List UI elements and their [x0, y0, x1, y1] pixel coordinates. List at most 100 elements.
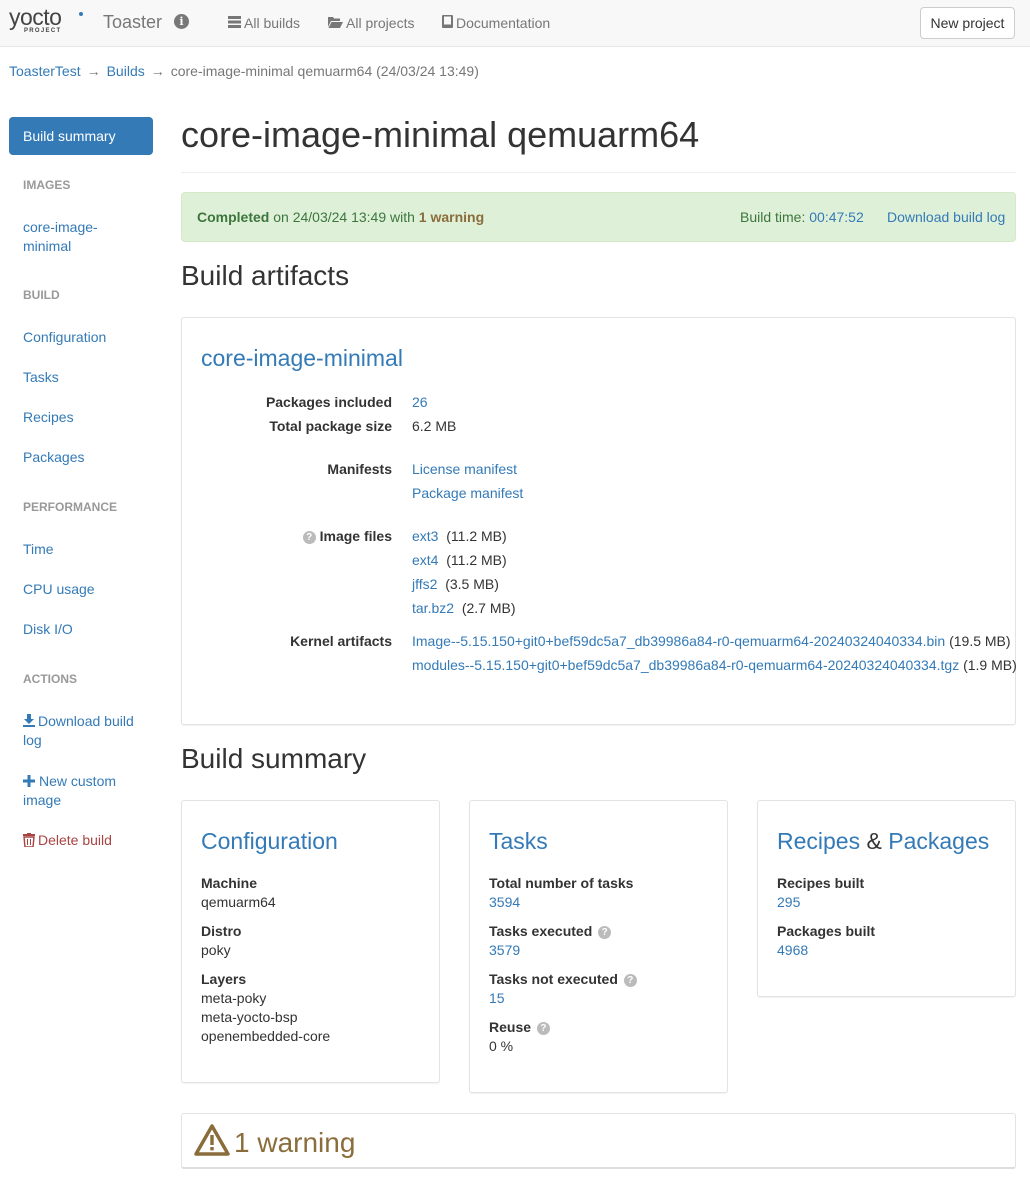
download-log-line1: Download build [38, 713, 134, 729]
packages-built-label: Packages built [777, 923, 876, 939]
help-icon[interactable]: ? [623, 974, 637, 987]
new-custom-line1: New custom [39, 773, 117, 789]
info-icon[interactable]: i [174, 14, 189, 29]
logo-dot [79, 12, 83, 16]
breadcrumb: ToasterTest → Builds → core-image-minimal qe… [9, 63, 479, 79]
total-size-label: Total package size [269, 418, 392, 434]
tasks-not-executed-value[interactable]: 15 [489, 990, 505, 1006]
kernel-file-row: Image--5.15.150+git0+bef59dc5a7_db39986a… [412, 633, 1011, 649]
image-file-link[interactable]: ext3 [412, 528, 438, 544]
sidebar-item-tasks[interactable]: Tasks [23, 368, 59, 387]
packages-built-value[interactable]: 4968 [777, 942, 808, 958]
nav-all-projects[interactable]: All projects [328, 15, 414, 31]
sidebar-item-time[interactable]: Time [23, 540, 54, 559]
kernel-file-link[interactable]: Image--5.15.150+git0+bef59dc5a7_db39986a… [412, 633, 945, 649]
build-summary-heading: Build summary [181, 743, 367, 774]
sidebar-item-packages[interactable]: Packages [23, 448, 84, 467]
total-size-value: 6.2 MB [412, 418, 457, 434]
sidebar-header-actions: ACTIONS [23, 672, 77, 686]
image-file-size: (11.2 MB) [446, 528, 507, 544]
tasks-executed-label: Tasks executed ? [489, 923, 615, 939]
breadcrumb-separator: → [86, 63, 101, 79]
nav-documentation[interactable]: Documentation [442, 15, 550, 31]
distro-label: Distro [201, 923, 242, 939]
sidebar-item-cpu-usage[interactable]: CPU usage [23, 580, 95, 599]
sidebar-item-recipes[interactable]: Recipes [23, 408, 74, 427]
new-project-button[interactable]: New project [920, 7, 1015, 39]
tasks-not-executed-label-text: Tasks not executed [489, 971, 618, 987]
nav-documentation-label: Documentation [456, 15, 551, 31]
build-time-value[interactable]: 00:47:52 [809, 209, 864, 225]
artifact-image-name[interactable]: core-image-minimal [201, 345, 403, 372]
download-build-log-link[interactable]: Download build log [887, 209, 1005, 225]
recipes-title-link[interactable]: Recipes [777, 828, 860, 854]
license-manifest-link[interactable]: License manifest [412, 461, 517, 477]
app-title[interactable]: Toaster [103, 12, 162, 33]
sidebar-item-disk-io[interactable]: Disk I/O [23, 620, 73, 639]
tasks-card-title[interactable]: Tasks [489, 828, 548, 855]
nav-all-builds[interactable]: All builds [228, 15, 300, 31]
sidebar-item-image-line2: minimal [23, 238, 72, 254]
kernel-file-link[interactable]: modules--5.15.150+git0+bef59dc5a7_db3998… [412, 657, 959, 673]
tasks-not-executed-label: Tasks not executed ? [489, 971, 641, 987]
sidebar-item-download-log[interactable]: Download build log [23, 712, 134, 750]
sidebar-header-images: IMAGES [23, 178, 71, 192]
status-date: on 24/03/24 13:49 with [273, 209, 415, 225]
status-completed: Completed [197, 209, 270, 225]
configuration-card-title[interactable]: Configuration [201, 828, 338, 855]
build-status-alert: Completed on 24/03/24 13:49 with 1 warni… [181, 192, 1016, 242]
tasks-executed-label-text: Tasks executed [489, 923, 593, 939]
layer-item: meta-yocto-bsp [201, 1009, 298, 1025]
help-icon[interactable]: ? [536, 1022, 550, 1035]
kernel-artifacts-label: Kernel artifacts [290, 633, 392, 649]
page-title: core-image-minimal qemuarm64 [181, 114, 700, 155]
warning-triangle-icon [194, 1124, 230, 1159]
sidebar-item-image-line1: core-image- [23, 219, 98, 235]
status-warning-count[interactable]: 1 warning [419, 209, 484, 225]
image-file-row: tar.bz2 (2.7 MB) [412, 600, 516, 616]
nav-all-builds-label: All builds [244, 15, 301, 31]
warnings-panel: 1 warning [181, 1113, 1016, 1169]
tasks-executed-value[interactable]: 3579 [489, 942, 520, 958]
packages-included-label: Packages included [265, 394, 392, 410]
breadcrumb-project[interactable]: ToasterTest [9, 63, 81, 79]
image-file-size: (11.2 MB) [446, 552, 507, 568]
sidebar-item-build-summary[interactable]: Build summary [9, 117, 153, 155]
sidebar-item-delete-build[interactable]: Delete build [23, 831, 112, 850]
kernel-file-row: modules--5.15.150+git0+bef59dc5a7_db3998… [412, 657, 1017, 673]
reuse-label-text: Reuse [489, 1019, 532, 1035]
kernel-file-size: (1.9 MB) [963, 657, 1017, 673]
warnings-title[interactable]: 1 warning [234, 1127, 355, 1159]
image-file-link[interactable]: jffs2 [412, 576, 437, 592]
recipes-built-value[interactable]: 295 [777, 894, 800, 910]
manifests-label: Manifests [327, 461, 392, 477]
sidebar-header-build: BUILD [23, 288, 60, 302]
machine-label: Machine [201, 875, 258, 891]
sidebar-item-configuration[interactable]: Configuration [23, 328, 106, 347]
recipes-packages-card: Recipes & Packages Recipes built 295 Pac… [757, 800, 1016, 997]
packages-included-value[interactable]: 26 [412, 394, 428, 410]
folder-open-icon [328, 16, 343, 31]
help-icon[interactable]: ? [598, 926, 612, 939]
sidebar-item-image[interactable]: core-image- minimal [23, 218, 98, 256]
breadcrumb-separator: → [150, 63, 165, 79]
title-divider [181, 172, 1016, 173]
book-icon [442, 15, 453, 31]
download-build-log-label[interactable]: Download build log [887, 209, 1005, 225]
nav-all-projects-label: All projects [346, 15, 415, 31]
image-file-row: jffs2 (3.5 MB) [412, 576, 499, 592]
build-artifacts-heading: Build artifacts [181, 260, 350, 291]
total-tasks-value[interactable]: 3594 [489, 894, 520, 910]
layer-item: openembedded-core [201, 1028, 331, 1044]
yocto-logo[interactable]: yocto PROJECT [9, 4, 87, 38]
sidebar-item-new-custom-image[interactable]: New custom image [23, 772, 116, 810]
breadcrumb-builds[interactable]: Builds [107, 63, 145, 79]
kernel-file-size: (19.5 MB) [949, 633, 1011, 649]
trash-icon [23, 832, 38, 848]
packages-title-link[interactable]: Packages [888, 828, 989, 854]
download-icon [23, 713, 38, 729]
image-file-link[interactable]: ext4 [412, 552, 438, 568]
image-file-link[interactable]: tar.bz2 [412, 600, 454, 616]
help-icon[interactable]: ? [302, 531, 316, 544]
package-manifest-link[interactable]: Package manifest [412, 485, 523, 501]
